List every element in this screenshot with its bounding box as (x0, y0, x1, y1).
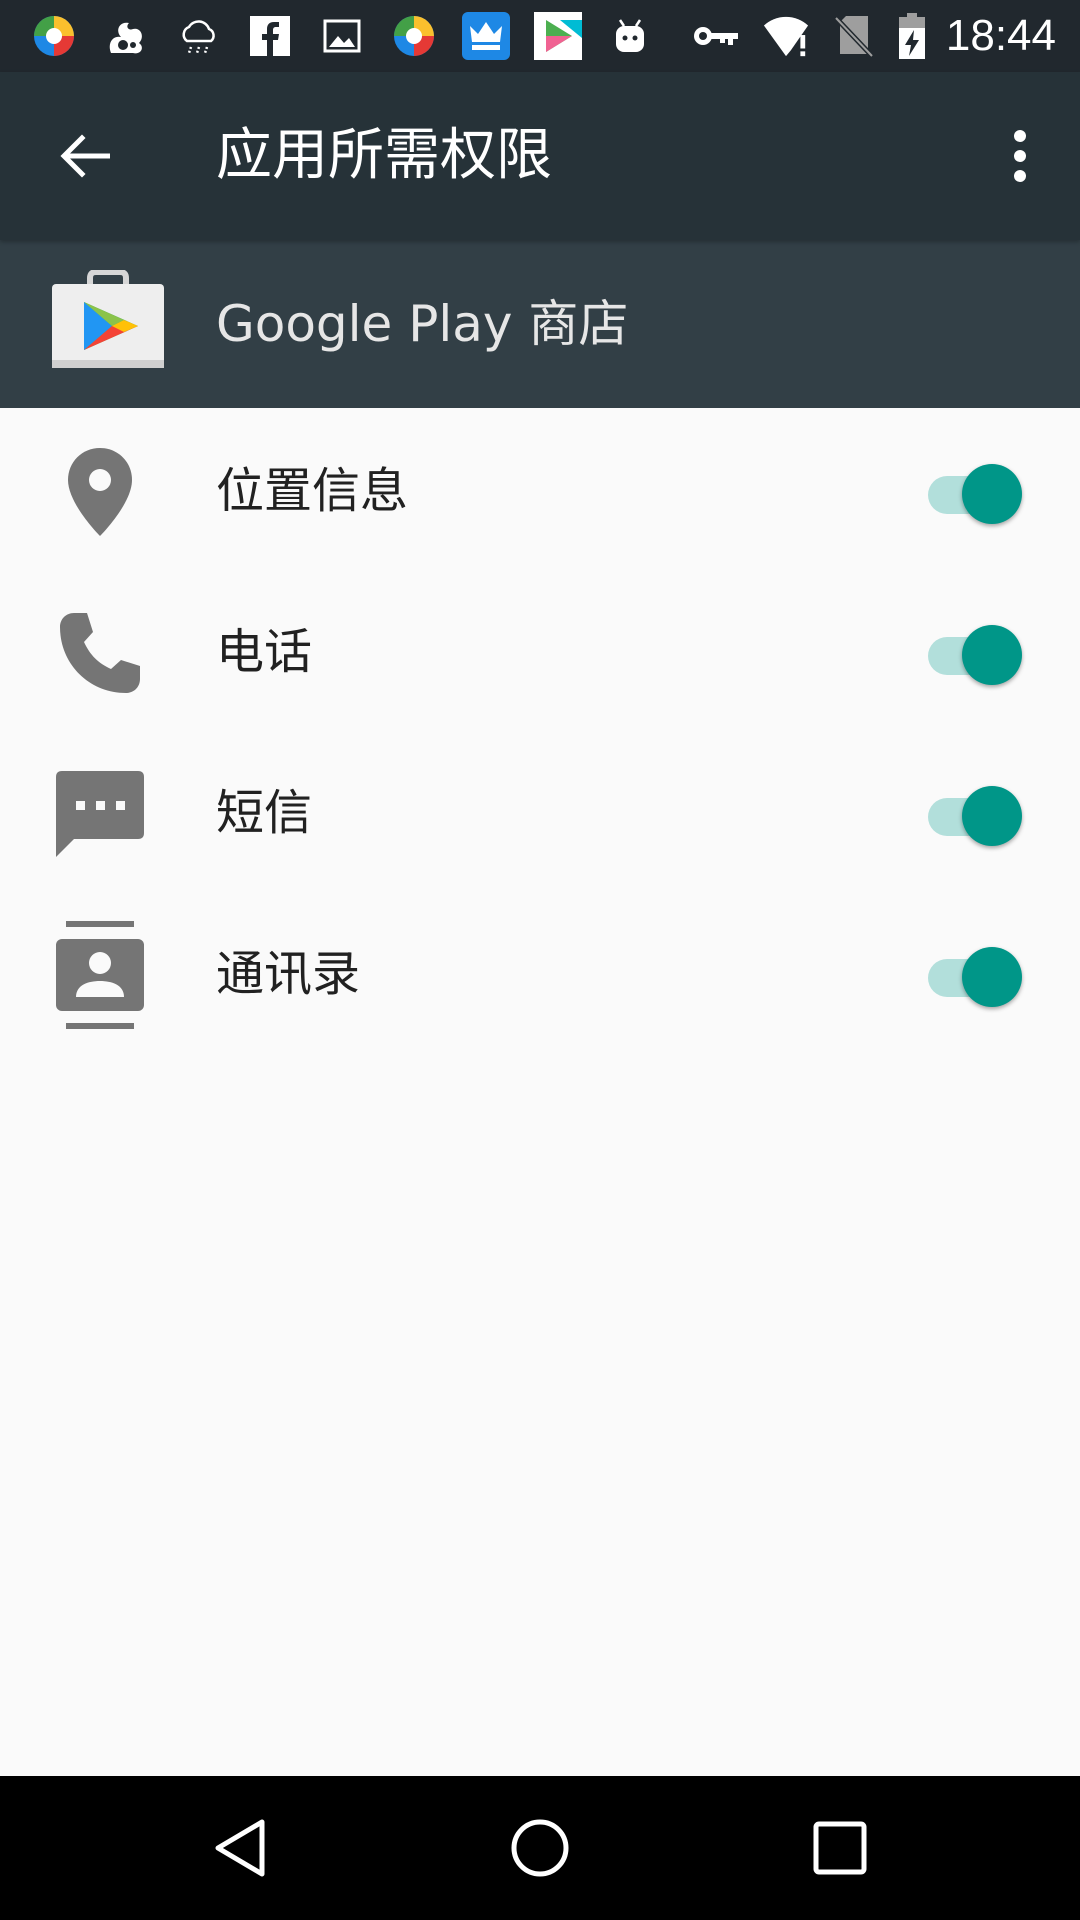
more-options-button[interactable] (972, 108, 1068, 204)
sms-toggle[interactable] (926, 784, 1022, 848)
uc-browser-icon (102, 12, 150, 60)
kingroot-icon (462, 12, 510, 60)
nav-recents-button[interactable] (792, 1800, 888, 1896)
play-store-icon (534, 12, 582, 60)
permission-row-sms[interactable]: 短信 (0, 730, 1080, 891)
no-sim-icon (830, 12, 878, 60)
nav-back-icon (215, 1819, 265, 1877)
switch-thumb (962, 464, 1022, 524)
nav-home-icon (511, 1819, 569, 1877)
location-icon (52, 444, 148, 540)
more-vert-icon (1014, 130, 1026, 182)
sms-icon (52, 766, 148, 862)
status-time: 18:44 (945, 11, 1056, 60)
phone-toggle[interactable] (926, 623, 1022, 687)
back-button[interactable] (36, 108, 132, 204)
screen: 18:44 应用所需权限 Google Play 商店 位置信息 电话 短信 通… (0, 0, 1080, 1920)
permission-row-location[interactable]: 位置信息 (0, 408, 1080, 569)
weather-icon (174, 12, 222, 60)
nav-home-button[interactable] (492, 1800, 588, 1896)
app-notification-icon (30, 12, 78, 60)
nav-back-button[interactable] (192, 1800, 288, 1896)
battery-charging-icon (888, 12, 936, 60)
switch-thumb (962, 786, 1022, 846)
app-header: Google Play 商店 (0, 240, 1080, 408)
arrow-back-icon (60, 134, 110, 178)
facebook-icon (246, 12, 294, 60)
location-toggle[interactable] (926, 462, 1022, 526)
app-bar: 应用所需权限 (0, 72, 1080, 240)
play-store-app-icon (52, 269, 164, 370)
gallery-icon (318, 12, 366, 60)
wifi-alert-icon (762, 12, 810, 60)
android-icon (606, 12, 654, 60)
switch-thumb (962, 625, 1022, 685)
app-name: Google Play 商店 (216, 295, 629, 353)
vpn-key-icon (692, 12, 740, 60)
switch-thumb (962, 947, 1022, 1007)
nav-recents-icon (813, 1821, 867, 1875)
permission-row-phone[interactable]: 电话 (0, 569, 1080, 730)
status-bar: 18:44 (0, 0, 1080, 72)
permission-label: 通讯录 (216, 946, 361, 1002)
permission-label: 电话 (216, 624, 313, 680)
permission-list: 位置信息 电话 短信 通讯录 (0, 408, 1080, 1052)
permission-row-contacts[interactable]: 通讯录 (0, 891, 1080, 1052)
contacts-icon (52, 921, 148, 1029)
phone-icon (52, 605, 148, 701)
app-notification-icon (390, 12, 438, 60)
page-title: 应用所需权限 (216, 123, 552, 188)
contacts-toggle[interactable] (926, 945, 1022, 1009)
permission-label: 短信 (216, 785, 313, 841)
permission-label: 位置信息 (216, 463, 409, 519)
navigation-bar (0, 1776, 1080, 1920)
